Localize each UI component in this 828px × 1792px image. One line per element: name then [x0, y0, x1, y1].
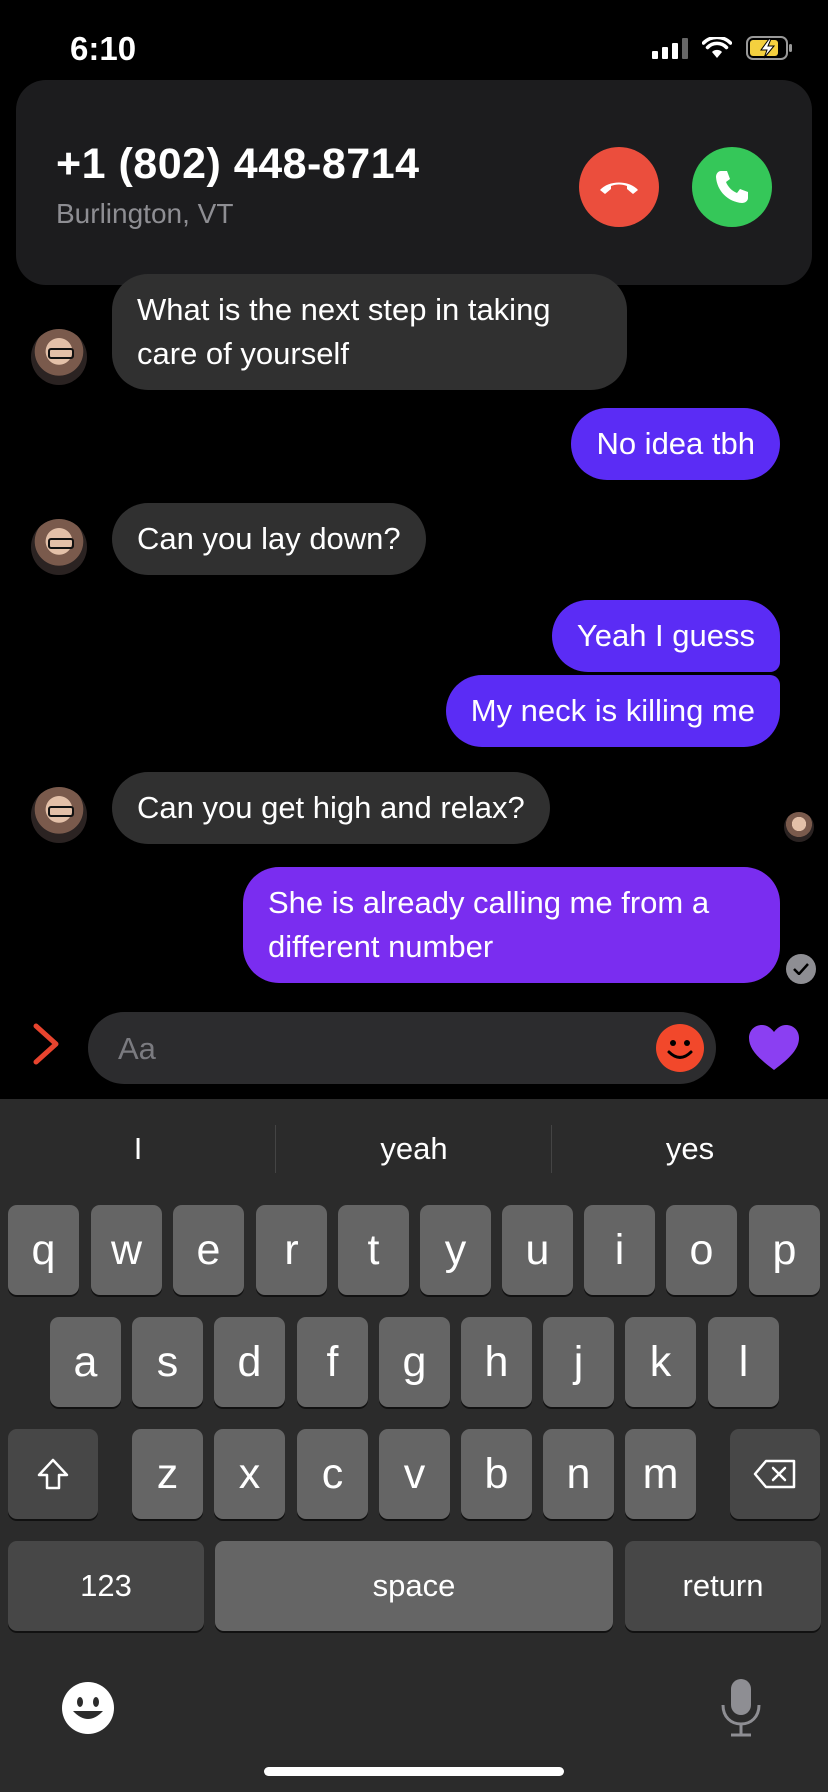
key-r[interactable]: r — [256, 1205, 327, 1295]
hang-up-icon — [600, 182, 638, 194]
decline-call-button[interactable] — [579, 147, 659, 227]
delete-key[interactable] — [730, 1429, 820, 1519]
suggestion-bar: I yeah yes — [0, 1123, 828, 1175]
key-p[interactable]: p — [749, 1205, 820, 1295]
status-time: 6:10 — [70, 30, 137, 67]
message-composer[interactable] — [88, 1012, 716, 1084]
suggestion[interactable]: yes — [552, 1123, 828, 1175]
key-l[interactable]: l — [708, 1317, 779, 1407]
message-input[interactable] — [118, 1029, 618, 1069]
outgoing-message[interactable]: Yeah I guess — [551, 600, 780, 672]
chevron-right-icon[interactable] — [30, 1022, 64, 1066]
key-j[interactable]: j — [543, 1317, 614, 1407]
key-o[interactable]: o — [666, 1205, 737, 1295]
suggestion[interactable]: yeah — [276, 1123, 552, 1175]
key-m[interactable]: m — [625, 1429, 696, 1519]
emoji-button[interactable] — [656, 1024, 704, 1072]
phone-icon — [716, 171, 748, 203]
key-e[interactable]: e — [173, 1205, 244, 1295]
contact-avatar[interactable] — [31, 329, 87, 385]
smiley-icon — [667, 1040, 693, 1059]
key-q[interactable]: q — [8, 1205, 79, 1295]
outgoing-message[interactable]: She is already calling me from a differe… — [243, 867, 780, 983]
key-h[interactable]: h — [461, 1317, 532, 1407]
microphone-icon[interactable] — [716, 1677, 766, 1739]
key-g[interactable]: g — [379, 1317, 450, 1407]
caller-location: Burlington, VT — [56, 198, 234, 229]
contact-avatar[interactable] — [31, 519, 87, 575]
wifi-icon — [702, 37, 732, 58]
accept-call-button[interactable] — [692, 147, 772, 227]
heart-icon[interactable] — [746, 1020, 802, 1076]
battery-charging-icon — [746, 36, 792, 60]
incoming-message[interactable]: Can you get high and relax? — [112, 772, 550, 844]
emoji-keyboard-icon[interactable] — [60, 1680, 116, 1736]
key-u[interactable]: u — [502, 1205, 573, 1295]
key-a[interactable]: a — [50, 1317, 121, 1407]
status-icons — [652, 36, 794, 60]
shift-icon — [37, 1458, 69, 1490]
numbers-key[interactable]: 123 — [8, 1541, 204, 1631]
incoming-call-banner[interactable]: +1 (802) 448-8714 Burlington, VT — [16, 80, 812, 285]
key-b[interactable]: b — [461, 1429, 532, 1519]
incoming-message[interactable]: What is the next step in taking care of … — [112, 274, 627, 390]
key-f[interactable]: f — [297, 1317, 368, 1407]
key-w[interactable]: w — [91, 1205, 162, 1295]
seen-avatar — [784, 812, 814, 842]
key-k[interactable]: k — [625, 1317, 696, 1407]
shift-key[interactable] — [8, 1429, 98, 1519]
signal-icon — [652, 37, 688, 59]
key-d[interactable]: d — [214, 1317, 285, 1407]
sent-check-icon — [786, 954, 816, 984]
outgoing-message[interactable]: My neck is killing me — [445, 675, 780, 747]
key-s[interactable]: s — [132, 1317, 203, 1407]
key-c[interactable]: c — [297, 1429, 368, 1519]
key-i[interactable]: i — [584, 1205, 655, 1295]
incoming-message[interactable]: Can you lay down? — [112, 503, 426, 575]
key-v[interactable]: v — [379, 1429, 450, 1519]
keyboard: I yeah yes q w e r t y u i o p a s d f g… — [0, 1099, 828, 1792]
backspace-icon — [753, 1459, 796, 1489]
key-t[interactable]: t — [338, 1205, 409, 1295]
key-z[interactable]: z — [132, 1429, 203, 1519]
suggestion[interactable]: I — [0, 1123, 276, 1175]
key-x[interactable]: x — [214, 1429, 285, 1519]
home-indicator[interactable] — [264, 1767, 564, 1776]
caller-number: +1 (802) 448-8714 — [56, 140, 420, 188]
return-key[interactable]: return — [625, 1541, 821, 1631]
outgoing-message[interactable]: No idea tbh — [571, 408, 780, 480]
space-key[interactable]: space — [215, 1541, 613, 1631]
key-n[interactable]: n — [543, 1429, 614, 1519]
key-y[interactable]: y — [420, 1205, 491, 1295]
contact-avatar[interactable] — [31, 787, 87, 843]
